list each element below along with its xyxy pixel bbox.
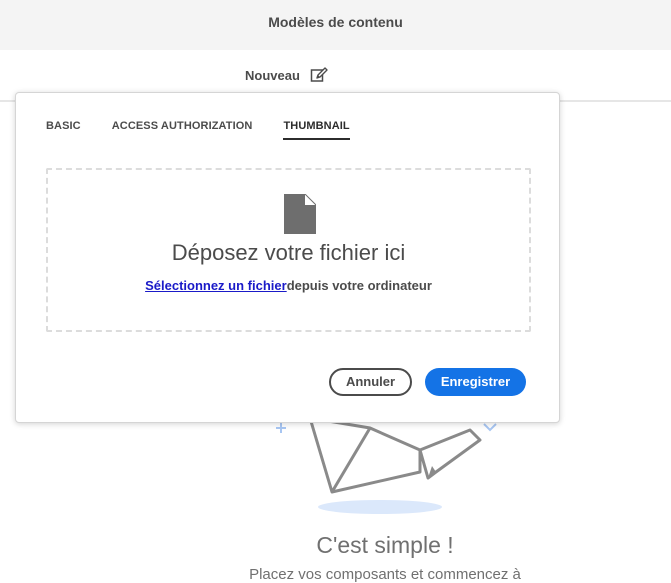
edit-icon [310,66,328,84]
dropzone-title: Déposez votre fichier ici [171,240,406,265]
tab-basic[interactable]: BASIC [46,120,81,140]
empty-state-illustration [270,410,510,525]
dialog-tabs: BASIC ACCESS AUTHORIZATION THUMBNAIL [46,120,381,140]
page-title: Modèles de contenu [268,14,403,30]
thumbnail-dialog: BASIC ACCESS AUTHORIZATION THUMBNAIL Dép… [15,92,560,423]
new-button-label: Nouveau [245,67,300,83]
dropzone-subtitle: Sélectionnez un fichierdepuis votre ordi… [48,278,529,293]
tab-access-authorization[interactable]: ACCESS AUTHORIZATION [112,120,253,140]
new-button[interactable]: Nouveau [245,66,328,84]
select-file-link[interactable]: Sélectionnez un fichier [145,278,287,293]
header-bar: Modèles de contenu [0,0,671,50]
empty-state-subtitle: Placez vos composants et commencez à [249,566,521,583]
file-icon [284,193,317,239]
cancel-button[interactable]: Annuler [329,368,412,396]
tab-thumbnail[interactable]: THUMBNAIL [283,120,350,140]
save-button[interactable]: Enregistrer [425,368,526,396]
file-dropzone[interactable]: Déposez votre fichier ici Sélectionnez u… [46,168,531,332]
dropzone-suffix: depuis votre ordinateur [286,278,432,293]
empty-state-title: C'est simple ! [316,532,454,558]
